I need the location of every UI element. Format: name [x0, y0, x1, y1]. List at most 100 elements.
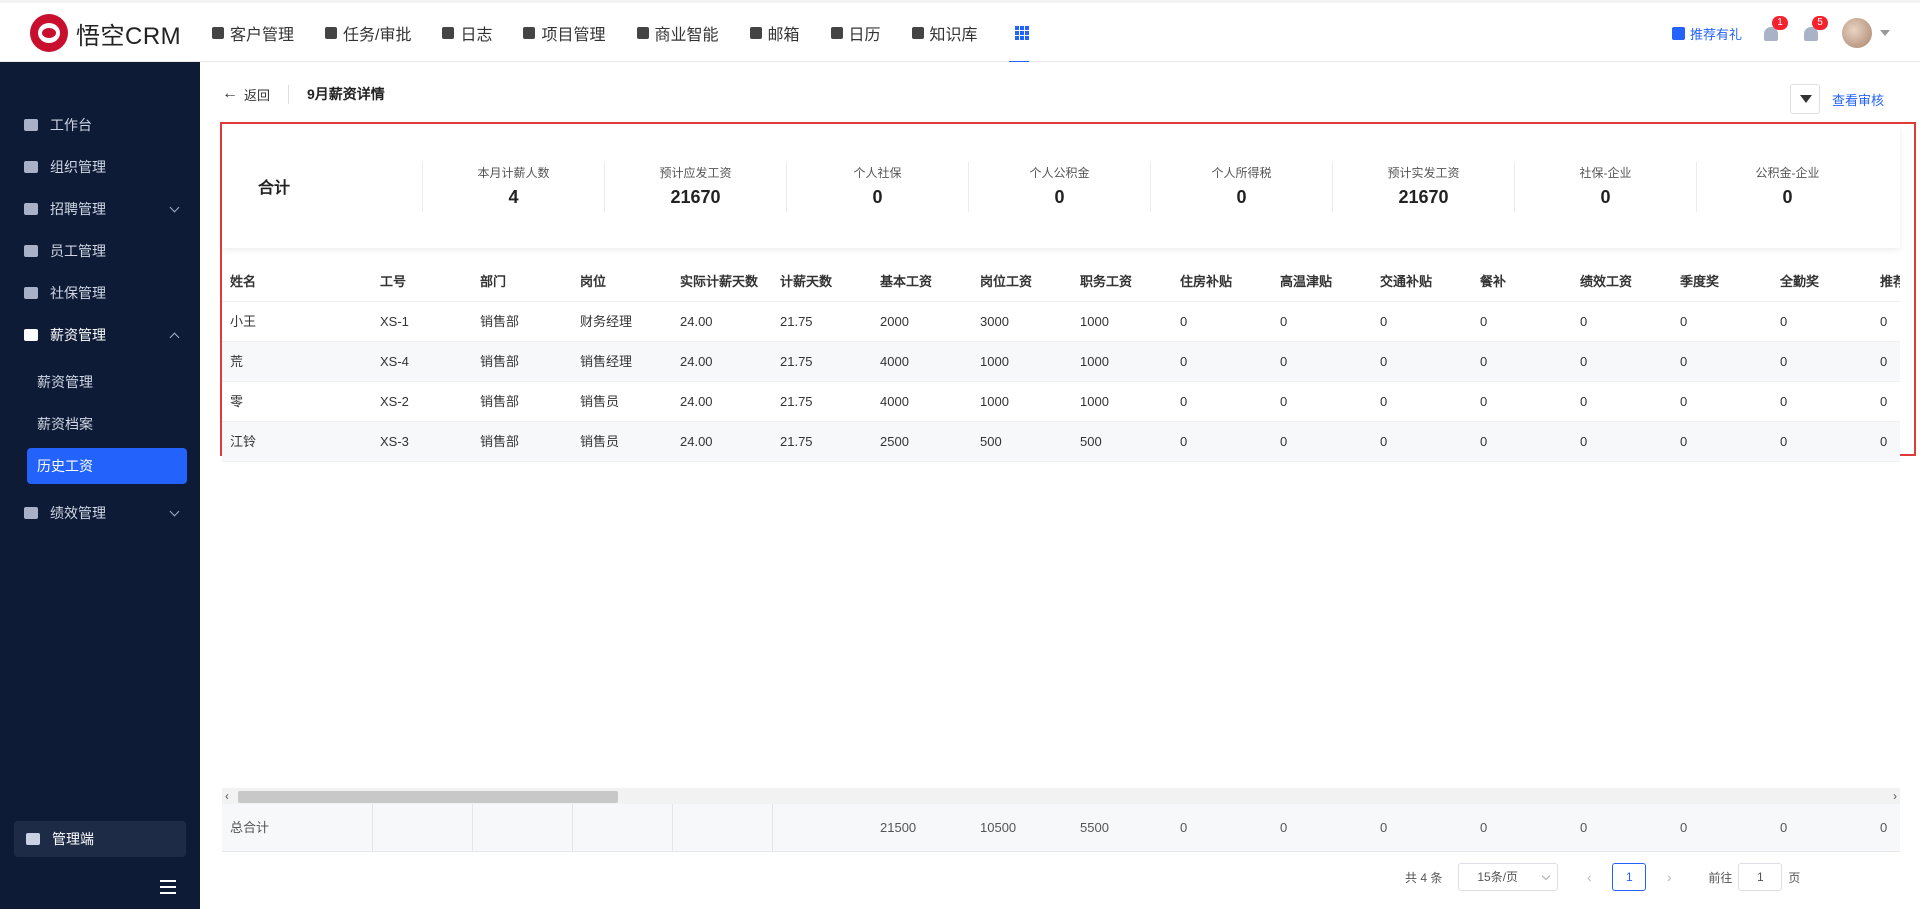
table-cell: 销售部	[480, 354, 520, 369]
table-cell: 21.75	[780, 434, 813, 449]
page-size-select[interactable]: 15条/页	[1458, 863, 1559, 891]
nav-mail[interactable]: 邮箱	[749, 3, 800, 63]
view-review-link[interactable]: 查看审核	[1832, 90, 1884, 109]
total-cell	[780, 804, 876, 852]
nav-customer[interactable]: 客户管理	[212, 3, 294, 63]
sidebar-subitem-salary-archive[interactable]: 薪资档案	[27, 406, 187, 442]
list-icon	[523, 27, 536, 39]
table-cell: 0	[1580, 434, 1588, 449]
table-cell: 0	[1180, 354, 1188, 369]
table-cell: 0	[1380, 394, 1388, 409]
table-cell: 21.75	[780, 314, 813, 329]
column-header: 交通补贴	[1380, 274, 1433, 289]
sidebar-item-performance[interactable]: 绩效管理	[0, 498, 200, 528]
scroll-left-icon[interactable]: ‹	[225, 789, 229, 803]
table-cell: 0	[1880, 354, 1888, 369]
nav-label: 日历	[848, 27, 881, 44]
table-cell: 0	[1880, 434, 1888, 449]
sidebar-item-label: 绩效管理	[50, 505, 106, 521]
column-header: 岗位	[580, 274, 607, 289]
summary-cell: 个人公积金 0	[968, 162, 1150, 212]
column-header: 实际计薪天数	[680, 274, 759, 289]
cell-divider	[372, 804, 373, 852]
table-cell: 0	[1780, 394, 1788, 409]
table-cell: 0	[1380, 434, 1388, 449]
horizontal-scrollbar[interactable]: ‹ ›	[222, 788, 1900, 804]
summary-cell: 预计应发工资 21670	[604, 162, 786, 212]
sidebar-item-workbench[interactable]: 工作台	[0, 110, 200, 140]
total-cell: 0	[1780, 820, 1788, 835]
sidebar-subitem-salary-manage[interactable]: 薪资管理	[27, 364, 187, 400]
sidebar-subitem-history-salary[interactable]: 历史工资	[27, 448, 187, 484]
column-header: 姓名	[230, 274, 257, 289]
table-cell: 0	[1780, 314, 1788, 329]
back-button[interactable]: ← 返回	[222, 84, 290, 104]
table-cell: 0	[1480, 314, 1488, 329]
table-row[interactable]: 荒 XS-4 销售部 销售经理 24.00 21.75 4000 1000 1000 0 0 0 0 0 0…	[222, 342, 1900, 382]
column-header: 全勤奖	[1780, 274, 1820, 289]
table-cell: 1000	[980, 394, 1009, 409]
collapse-sidebar-icon[interactable]	[160, 880, 180, 896]
sidebar-item-org[interactable]: 组织管理	[0, 152, 200, 182]
sidebar-item-social-security[interactable]: 社保管理	[0, 278, 200, 308]
admin-user-icon	[26, 833, 40, 845]
referral-link[interactable]: 推荐有礼	[1671, 24, 1742, 43]
announcement-button[interactable]: 1	[1762, 16, 1788, 42]
table-cell: 0	[1280, 394, 1288, 409]
table-cell: 0	[1480, 434, 1488, 449]
notification-button[interactable]: 5	[1802, 16, 1828, 42]
sidebar-item-label: 招聘管理	[50, 201, 106, 217]
nav-bi[interactable]: 商业智能	[636, 3, 719, 63]
total-cell: 21500	[880, 820, 917, 835]
table-cell: 0	[1380, 354, 1388, 369]
page-number-current[interactable]: 1	[1612, 863, 1647, 891]
total-cell: 0	[1880, 820, 1888, 835]
summary-value: 21670	[1398, 187, 1449, 207]
filter-button[interactable]	[1790, 84, 1820, 114]
chevron-down-icon[interactable]	[1880, 30, 1890, 36]
nav-log[interactable]: 日志	[442, 3, 492, 63]
sidebar-item-recruit[interactable]: 招聘管理	[0, 194, 200, 224]
table-cell: XS-4	[380, 354, 409, 369]
nav-label: 商业智能	[654, 27, 719, 44]
column-header: 绩效工资	[1580, 274, 1633, 289]
goto-page-input[interactable]: 1	[1738, 863, 1783, 891]
back-label: 返回	[244, 87, 271, 103]
nav-calendar[interactable]: 日历	[830, 3, 881, 63]
nav-label: 邮箱	[767, 27, 800, 44]
admin-button[interactable]: 管理端	[14, 821, 186, 857]
column-header: 推荐	[1880, 274, 1900, 289]
page-header: ← 返回 9月薪资详情	[222, 84, 385, 104]
user-avatar[interactable]	[1842, 18, 1872, 48]
scroll-right-icon[interactable]: ›	[1893, 789, 1897, 803]
column-header: 季度奖	[1680, 274, 1720, 289]
sidebar-item-salary[interactable]: 薪资管理	[0, 320, 200, 350]
nav-project[interactable]: 项目管理	[523, 3, 606, 63]
notification-badge: 5	[1812, 16, 1828, 30]
table-row[interactable]: 江铃 XS-3 销售部 销售员 24.00 21.75 2500 500 500 0 0 0 0 0 0 0 0	[222, 422, 1900, 462]
table-cell: 0	[1180, 314, 1188, 329]
total-count: 共 4 条	[1405, 870, 1443, 885]
scrollbar-thumb[interactable]	[238, 791, 618, 803]
mail-icon	[749, 27, 762, 39]
total-cell	[680, 804, 776, 852]
sidebar-item-employees[interactable]: 员工管理	[0, 236, 200, 266]
table-cell: 24.00	[680, 354, 713, 369]
next-page-button[interactable]: ›	[1660, 869, 1678, 885]
total-cell: 0	[1680, 820, 1688, 835]
nav-label: 日志	[460, 27, 493, 44]
logo-text: 悟空CRM	[76, 22, 182, 50]
logo[interactable]: 悟空CRM	[30, 13, 181, 53]
table-cell: 21.75	[780, 394, 813, 409]
main-content: ← 返回 9月薪资详情 查看审核 合计 本月计薪人数 4 预计应发工资 21670 个人…	[200, 62, 1920, 909]
notebook-icon	[442, 27, 455, 39]
table-row[interactable]: 零 XS-2 销售部 销售员 24.00 21.75 4000 1000 1000 0 0 0 0 0 0 0…	[222, 382, 1900, 422]
nav-knowledge[interactable]: 知识库	[911, 3, 978, 63]
nav-apps[interactable]	[1008, 3, 1029, 63]
summary-panel: 合计 本月计薪人数 4 预计应发工资 21670 个人社保 0 个人公积金 0 个人所得税 0 预计…	[222, 126, 1900, 248]
nav-task-approval[interactable]: 任务/审批	[325, 3, 411, 63]
prev-page-button[interactable]: ‹	[1580, 869, 1598, 885]
table-row[interactable]: 小王 XS-1 销售部 财务经理 24.00 21.75 2000 3000 1000 0 0 0 0 0…	[222, 302, 1900, 342]
table-cell: XS-1	[380, 314, 409, 329]
referral-label: 推荐有礼	[1689, 26, 1742, 42]
